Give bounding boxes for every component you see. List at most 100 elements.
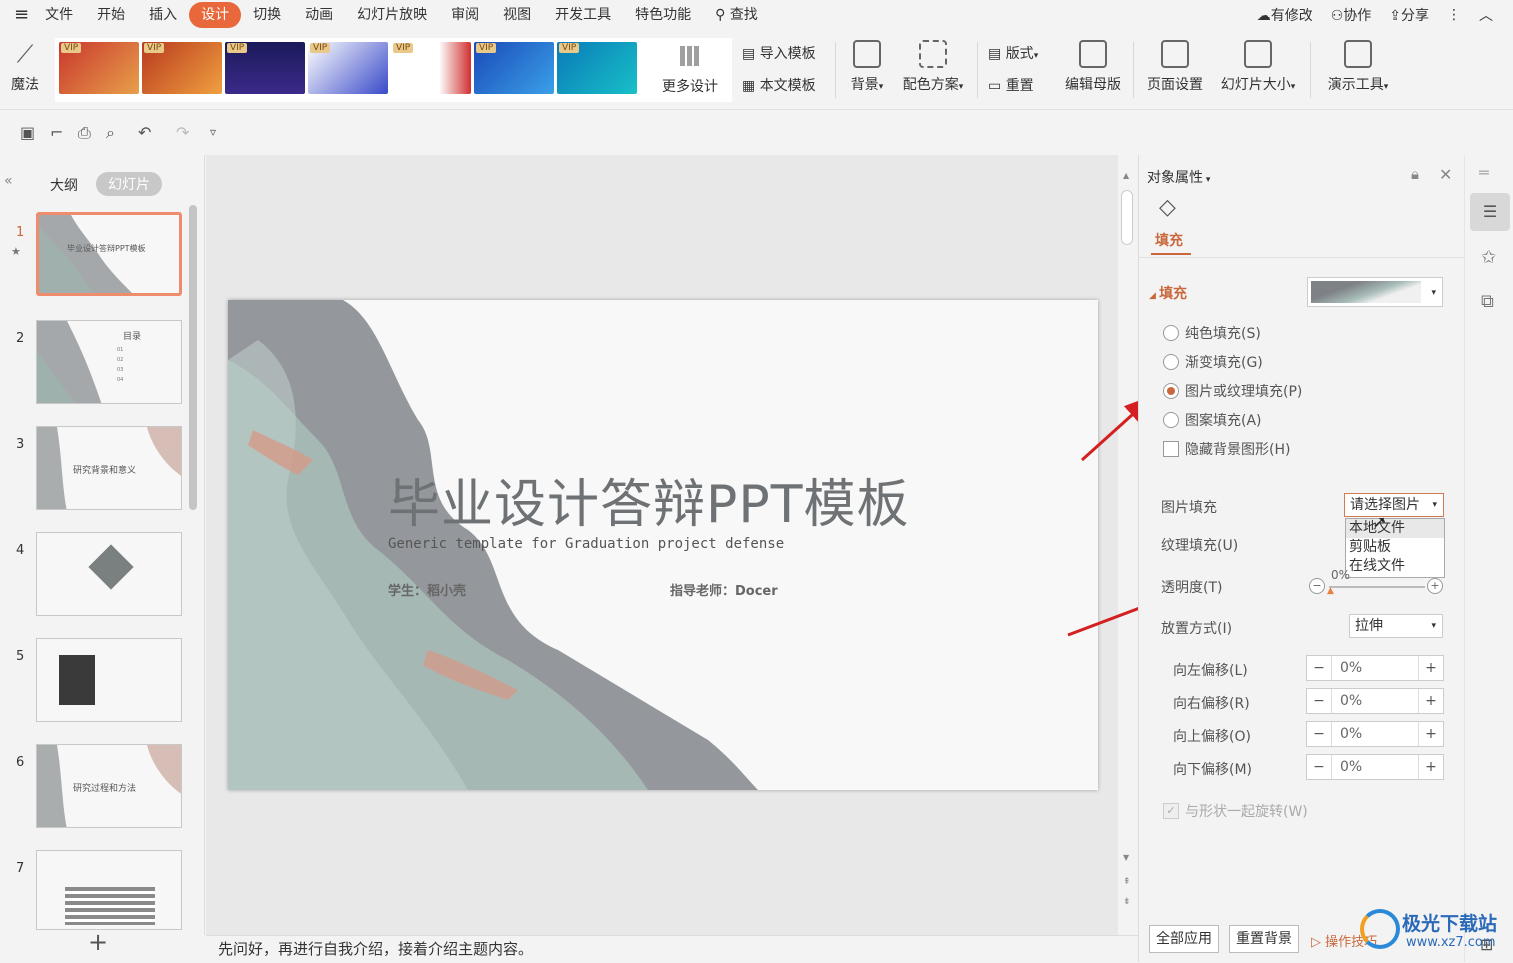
radio-solid-fill[interactable]: 纯色填充(S) [1163, 323, 1261, 343]
slide-thumb-1[interactable]: 毕业设计答辩PPT模板 [36, 212, 182, 296]
fill-bucket-icon[interactable]: ◇ [1159, 195, 1176, 220]
minus-icon[interactable]: − [1307, 660, 1331, 676]
customize-icon[interactable]: ▿ [210, 125, 216, 139]
undo-icon[interactable]: ↶ [138, 123, 151, 142]
properties-sliders-icon[interactable]: ☰ [1470, 193, 1510, 231]
slide-thumb-6[interactable]: 研究过程和方法 [36, 744, 182, 828]
hide-background-checkbox[interactable]: 隐藏背景图形(H) [1163, 439, 1290, 459]
menu-view[interactable]: 视图 [491, 2, 543, 28]
menu-local-file[interactable]: 本地文件 [1346, 519, 1444, 538]
plus-icon[interactable]: + [1419, 726, 1443, 742]
menu-design[interactable]: 设计 [189, 2, 242, 28]
magic-button[interactable]: ⟋ 魔法 [6, 40, 44, 94]
template-thumb-7[interactable]: VIP [557, 42, 637, 94]
save-icon[interactable]: ▣ [20, 123, 35, 142]
radio-gradient-fill[interactable]: 渐变填充(G) [1163, 352, 1263, 372]
menu-review[interactable]: 审阅 [439, 2, 491, 28]
minus-icon[interactable]: − [1307, 726, 1331, 742]
menu-lines-icon[interactable]: ═ [1479, 163, 1489, 182]
template-thumb-1[interactable]: VIP [59, 42, 139, 94]
hamburger-icon[interactable]: ≡ [0, 2, 33, 28]
menu-home[interactable]: 开始 [85, 2, 137, 28]
layout-button[interactable]: ▤ 版式▾ [988, 43, 1038, 63]
modified-button[interactable]: ☁有修改 [1257, 5, 1313, 25]
menu-animation[interactable]: 动画 [293, 2, 345, 28]
menu-clipboard[interactable]: 剪贴板 [1346, 538, 1444, 557]
color-scheme-button[interactable]: 配色方案▾ [897, 40, 969, 94]
more-icon[interactable]: ⋮ [1447, 7, 1461, 23]
notes-bar[interactable]: 先问好，再进行自我介绍，接着介绍主题内容。 [206, 935, 1138, 962]
slide-thumb-3[interactable]: 研究背景和意义 [36, 426, 182, 510]
plus-icon[interactable]: + [1419, 693, 1443, 709]
collab-button[interactable]: ⚇协作 [1331, 5, 1372, 25]
slide-thumb-2[interactable]: 目录 01 02 03 04 [36, 320, 182, 404]
menu-search[interactable]: ⚲ 查找 [703, 2, 770, 28]
page-setup-button[interactable]: 页面设置 [1142, 40, 1208, 94]
reset-background-button[interactable]: 重置背景 [1229, 925, 1299, 953]
present-tools-button[interactable]: 演示工具▾ [1320, 40, 1396, 94]
redo-icon[interactable]: ↷ [176, 123, 189, 142]
slide-thumb-4[interactable] [36, 532, 182, 616]
this-template-button[interactable]: ▦ 本文模板 [742, 75, 816, 95]
choose-picture-dropdown[interactable]: 请选择图片 ▾ [1344, 493, 1444, 517]
collapse-panel-icon[interactable]: « [4, 173, 13, 189]
menu-insert[interactable]: 插入 [137, 2, 189, 28]
offset-left-stepper[interactable]: −0% + [1306, 655, 1444, 681]
template-thumb-2[interactable]: VIP [142, 42, 222, 94]
minus-icon[interactable]: − [1307, 759, 1331, 775]
panel-title[interactable]: 对象属性 ▾ [1147, 167, 1210, 187]
offset-right-stepper[interactable]: −0% + [1306, 688, 1444, 714]
scrollbar[interactable] [189, 205, 197, 510]
radio-pattern-fill[interactable]: 图案填充(A) [1163, 410, 1262, 430]
template-thumb-5[interactable]: VIP [391, 42, 471, 94]
slide-size-button[interactable]: 幻灯片大小▾ [1214, 40, 1302, 94]
apply-all-button[interactable]: 全部应用 [1149, 925, 1219, 953]
slide-teacher[interactable]: 指导老师：Docer [670, 580, 778, 599]
tab-fill[interactable]: 填充 [1155, 230, 1183, 250]
menu-transition[interactable]: 切换 [241, 2, 293, 28]
fill-preview-dropdown[interactable]: ▾ [1307, 277, 1443, 307]
collapse-ribbon-icon[interactable]: ︿ [1479, 5, 1493, 25]
rotate-with-shape-checkbox[interactable]: ✓ 与形状一起旋转(W) [1163, 801, 1308, 821]
close-icon[interactable]: ✕ [1439, 165, 1452, 184]
lock-icon[interactable]: 🔒︎ [1411, 165, 1419, 183]
offset-down-stepper[interactable]: −0% + [1306, 754, 1444, 780]
menu-special[interactable]: 特色功能 [623, 2, 703, 28]
reset-button[interactable]: ▭ 重置 [988, 75, 1034, 95]
slide-subtitle[interactable]: Generic template for Graduation project … [388, 536, 784, 552]
template-thumb-4[interactable]: VIP [308, 42, 388, 94]
current-slide[interactable]: 毕业设计答辩PPT模板 Generic template for Graduat… [228, 300, 1098, 790]
minus-icon[interactable]: − [1307, 693, 1331, 709]
transparency-slider[interactable] [1329, 586, 1425, 588]
transparency-minus[interactable]: − [1309, 578, 1325, 594]
plus-icon[interactable]: + [1419, 759, 1443, 775]
placement-dropdown[interactable]: 拉伸 ▾ [1349, 614, 1443, 638]
tab-outline[interactable]: 大纲 [50, 175, 78, 195]
share-button[interactable]: ⇪分享 [1389, 5, 1429, 25]
menu-developer[interactable]: 开发工具 [543, 2, 623, 28]
slide-student[interactable]: 学生：稻小壳 [388, 580, 466, 599]
menu-slideshow[interactable]: 幻灯片放映 [345, 2, 439, 28]
offset-up-stepper[interactable]: −0% + [1306, 721, 1444, 747]
switch-icon[interactable]: ⧉ [1481, 291, 1494, 312]
slide-thumb-5[interactable] [36, 638, 182, 722]
import-template-button[interactable]: ▤ 导入模板 [742, 43, 816, 63]
menu-file[interactable]: 文件 [33, 2, 85, 28]
radio-picture-fill[interactable]: 图片或纹理填充(P) [1163, 381, 1302, 401]
print-preview-icon[interactable]: ⌕ [106, 123, 115, 143]
grid-view-icon[interactable]: ⊞ [1480, 935, 1493, 954]
background-button[interactable]: 背景▾ [845, 40, 889, 94]
fill-section-header[interactable]: ◢ 填充 [1149, 283, 1187, 303]
plus-icon[interactable]: + [1419, 660, 1443, 676]
slide-title[interactable]: 毕业设计答辩PPT模板 [388, 462, 909, 537]
print-icon[interactable]: ⎙ [78, 123, 91, 143]
more-designs-button[interactable]: 更多设计 [655, 40, 725, 96]
add-slide-button[interactable]: + [88, 930, 108, 954]
transparency-plus[interactable]: + [1427, 578, 1443, 594]
menu-online-file[interactable]: 在线文件 [1346, 557, 1444, 576]
slider-thumb[interactable]: ▲ [1327, 586, 1334, 596]
slide-thumb-7[interactable] [36, 850, 182, 930]
template-thumb-3[interactable]: VIP [225, 42, 305, 94]
edit-master-button[interactable]: 编辑母版 [1060, 40, 1126, 94]
pin-icon[interactable]: ✩ [1481, 247, 1496, 268]
